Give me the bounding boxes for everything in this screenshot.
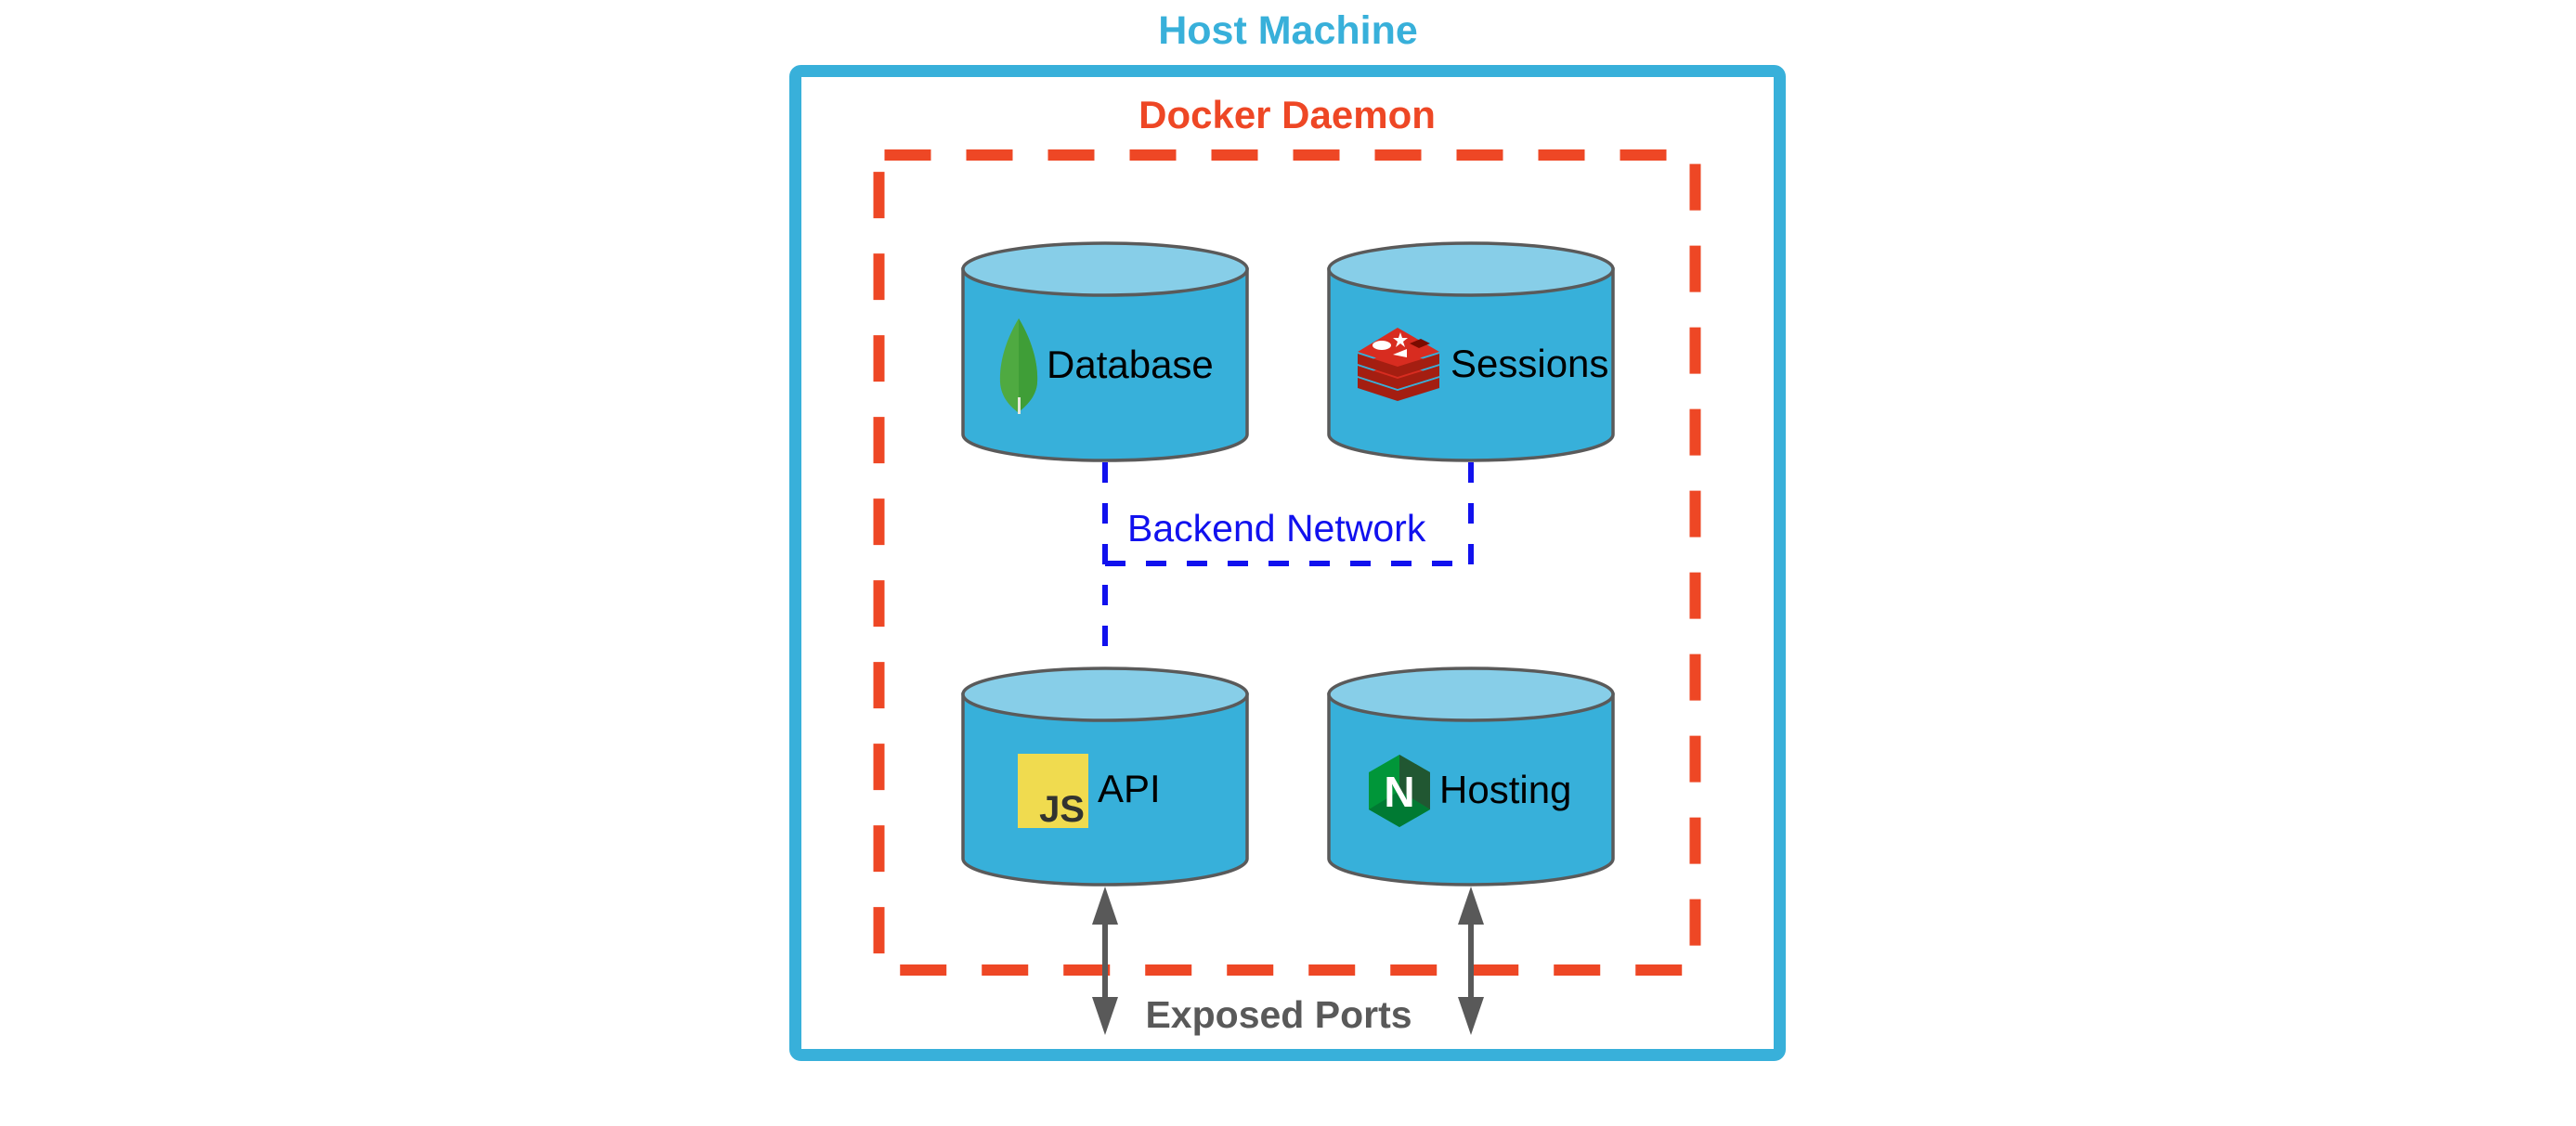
port-arrow-hosting: [1458, 887, 1484, 1035]
docker-daemon-title: Docker Daemon: [1138, 93, 1436, 136]
svg-text:N: N: [1384, 768, 1414, 816]
container-hosting[interactable]: N Hosting: [1327, 667, 1615, 887]
cylinder-top: [961, 667, 1249, 722]
container-label-hosting: Hosting: [1439, 768, 1571, 811]
cylinder-top: [1327, 241, 1615, 297]
host-machine-title: Host Machine: [1158, 8, 1418, 53]
container-label-database: Database: [1047, 343, 1214, 386]
cylinder-top: [961, 241, 1249, 297]
docker-architecture-diagram: Host Machine Docker Daemon Backend Netwo…: [789, 8, 1786, 1061]
container-label-sessions: Sessions: [1451, 342, 1608, 385]
cylinder-top: [1327, 667, 1615, 722]
backend-network-label: Backend Network: [1127, 507, 1426, 550]
javascript-icon: JS: [1018, 754, 1088, 830]
svg-text:JS: JS: [1039, 789, 1085, 830]
backend-network-lines: [1102, 462, 1474, 665]
container-sessions[interactable]: Sessions: [1327, 241, 1615, 462]
port-arrow-api: [1092, 887, 1118, 1035]
exposed-ports-label: Exposed Ports: [1145, 993, 1412, 1036]
container-api[interactable]: JS API: [961, 667, 1249, 887]
container-label-api: API: [1098, 767, 1161, 810]
container-database[interactable]: Database: [961, 241, 1249, 462]
